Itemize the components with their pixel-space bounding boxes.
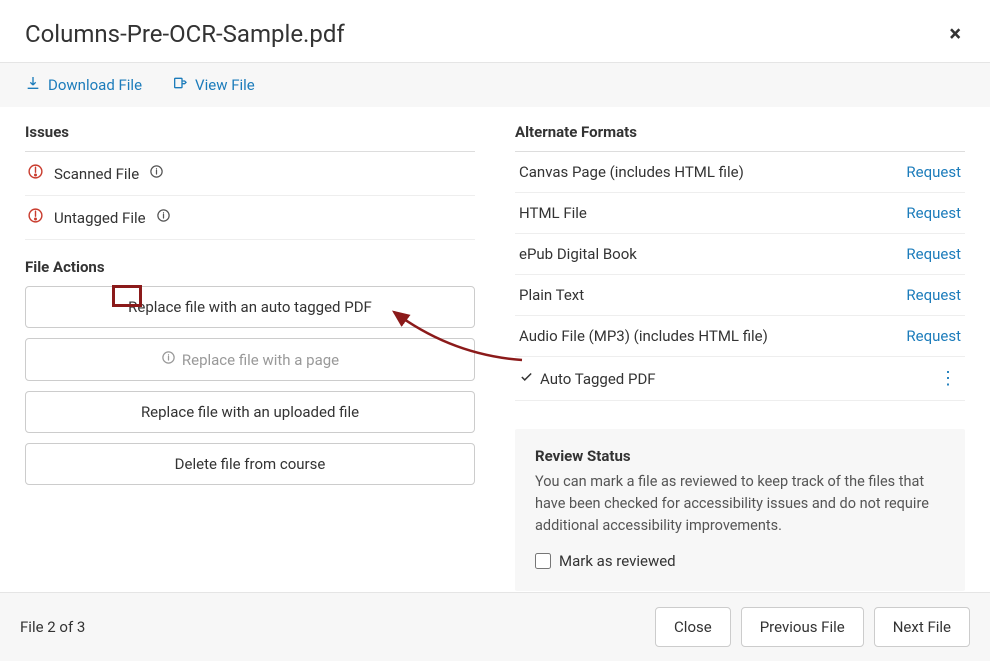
format-label: Canvas Page (includes HTML file)	[519, 163, 744, 181]
checkbox-label: Mark as reviewed	[559, 552, 676, 570]
format-row: HTML File Request	[515, 193, 965, 234]
info-icon	[161, 350, 176, 369]
action-label: Replace file with a page	[182, 351, 339, 369]
format-label: Plain Text	[519, 286, 584, 304]
review-title: Review Status	[535, 447, 945, 465]
format-label: HTML File	[519, 204, 587, 222]
action-toolbar: Download File View File	[0, 63, 990, 107]
replace-with-upload-button[interactable]: Replace file with an uploaded file	[25, 391, 475, 433]
close-icon[interactable]: ×	[945, 22, 965, 47]
issue-label: Scanned File	[54, 165, 139, 183]
format-label: Auto Tagged PDF	[540, 370, 656, 388]
file-pager: File 2 of 3	[20, 618, 85, 636]
action-label: Replace file with an uploaded file	[141, 403, 359, 421]
issue-row: Scanned File	[25, 152, 475, 196]
mark-reviewed-label[interactable]: Mark as reviewed	[535, 552, 676, 570]
close-button[interactable]: Close	[655, 607, 731, 647]
replace-auto-tagged-button[interactable]: Replace file with an auto tagged PDF	[25, 286, 475, 328]
action-label: Delete file from course	[175, 455, 326, 473]
view-file-label: View File	[195, 76, 255, 94]
formats-title: Alternate Formats	[515, 115, 965, 152]
delete-file-button[interactable]: Delete file from course	[25, 443, 475, 485]
format-label: ePub Digital Book	[519, 245, 637, 263]
mark-reviewed-checkbox[interactable]	[535, 553, 551, 569]
left-column: Issues Scanned File Untagged File File A…	[25, 115, 475, 591]
dialog-footer: File 2 of 3 Close Previous File Next Fil…	[0, 592, 990, 661]
file-actions-title: File Actions	[25, 240, 475, 286]
view-file-link[interactable]: View File	[172, 75, 255, 95]
view-file-icon	[172, 75, 188, 95]
issue-label: Untagged File	[54, 209, 146, 227]
main-content: Issues Scanned File Untagged File File A…	[0, 107, 990, 591]
alert-icon	[27, 163, 44, 184]
info-icon[interactable]	[149, 164, 164, 183]
more-options-icon[interactable]: ⋮	[935, 368, 961, 389]
issues-title: Issues	[25, 115, 475, 152]
right-column: Alternate Formats Canvas Page (includes …	[515, 115, 965, 591]
dialog-header: Columns-Pre-OCR-Sample.pdf ×	[0, 0, 990, 63]
format-row: Canvas Page (includes HTML file) Request	[515, 152, 965, 193]
format-row-auto-tagged: Auto Tagged PDF ⋮	[515, 357, 965, 401]
page-title: Columns-Pre-OCR-Sample.pdf	[25, 20, 345, 48]
download-icon	[25, 75, 41, 95]
next-file-button[interactable]: Next File	[874, 607, 970, 647]
format-row: Plain Text Request	[515, 275, 965, 316]
action-label: Replace file with an auto tagged PDF	[128, 298, 372, 316]
alert-icon	[27, 207, 44, 228]
download-file-label: Download File	[48, 76, 142, 94]
check-icon	[519, 370, 540, 388]
download-file-link[interactable]: Download File	[25, 75, 142, 95]
replace-with-page-button[interactable]: Replace file with a page	[25, 338, 475, 381]
request-link[interactable]: Request	[906, 327, 961, 345]
info-icon[interactable]	[156, 208, 171, 227]
previous-file-button[interactable]: Previous File	[741, 607, 864, 647]
format-label: Audio File (MP3) (includes HTML file)	[519, 327, 768, 345]
request-link[interactable]: Request	[906, 286, 961, 304]
request-link[interactable]: Request	[906, 204, 961, 222]
review-status-box: Review Status You can mark a file as rev…	[515, 429, 965, 591]
review-text: You can mark a file as reviewed to keep …	[535, 471, 945, 536]
issue-row: Untagged File	[25, 196, 475, 240]
format-row: Audio File (MP3) (includes HTML file) Re…	[515, 316, 965, 357]
request-link[interactable]: Request	[906, 245, 961, 263]
format-row: ePub Digital Book Request	[515, 234, 965, 275]
request-link[interactable]: Request	[906, 163, 961, 181]
